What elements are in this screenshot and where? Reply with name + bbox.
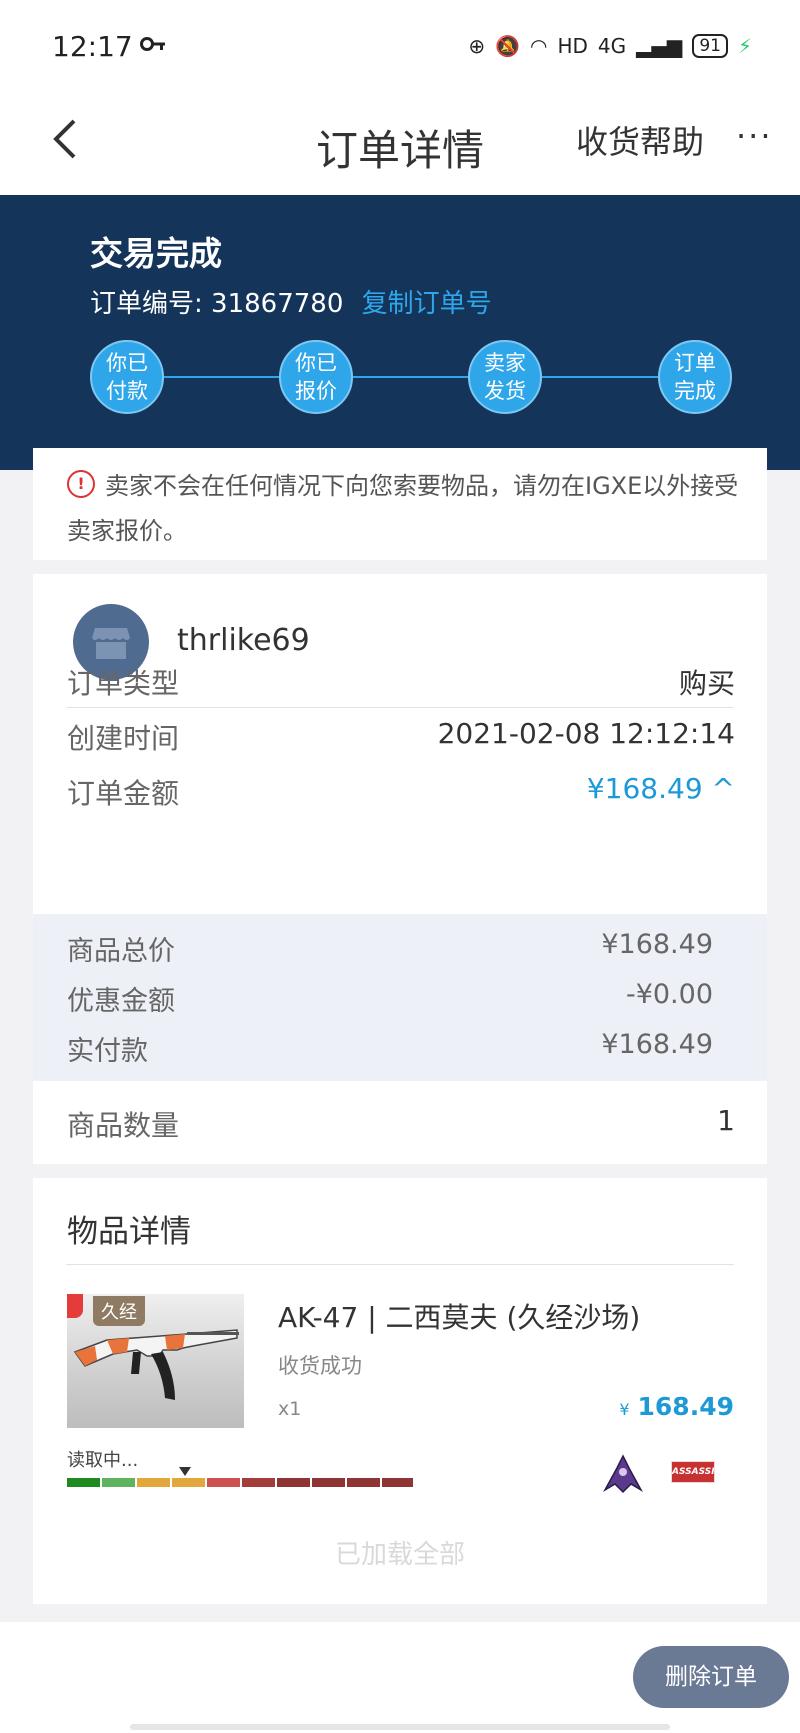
wear-bar — [67, 1478, 423, 1487]
delete-order-button[interactable]: 删除订单 — [633, 1646, 789, 1708]
signal-icon: ▂▄▆ — [636, 34, 683, 58]
status-icons: ⊕ 🔕 ◠ HD 4G ▂▄▆ 91 ⚡ — [468, 34, 752, 58]
vpn-icon: ⊕ — [468, 34, 486, 58]
quantity-label: 商品数量 — [67, 1109, 180, 1142]
quantity-value: 1 — [717, 1104, 735, 1137]
order-amount-value[interactable]: ¥168.49 ^ — [587, 772, 735, 805]
item-details-card: 物品详情 久经 AK-47 | 二西莫夫 (久经沙场) 收货成功 x1 ¥168… — [33, 1178, 767, 1604]
item-name[interactable]: AK-47 | 二西莫夫 (久经沙场) — [278, 1296, 640, 1336]
goods-total-label: 商品总价 — [67, 936, 175, 967]
warning-notice: ! 卖家不会在任何情况下向您索要物品，请勿在IGXE以外接受卖家报价。 — [33, 448, 767, 560]
item-details-title: 物品详情 — [67, 1214, 191, 1250]
quantity-row: 商品数量 1 — [67, 1104, 735, 1154]
paid-value: ¥168.49 — [601, 1029, 713, 1060]
created-time-value: 2021-02-08 12:12:14 — [437, 717, 735, 750]
wifi-icon: ◠ — [530, 34, 548, 58]
created-time-label: 创建时间 — [67, 722, 180, 755]
goods-total-row: 商品总价 ¥168.49 — [67, 929, 713, 969]
order-status-title: 交易完成 — [90, 234, 222, 273]
nav-bar: 订单详情 收货帮助 ··· — [0, 95, 800, 195]
step-paid: 你已 付款 — [90, 340, 164, 414]
discount-row: 优惠金额 -¥0.00 — [67, 979, 713, 1019]
item-thumbnail[interactable]: 久经 — [67, 1294, 244, 1428]
wear-marker-icon — [179, 1467, 191, 1476]
amount-breakdown: 商品总价 ¥168.49 优惠金额 -¥0.00 实付款 ¥168.49 — [33, 914, 767, 1081]
goods-total-value: ¥168.49 — [601, 929, 713, 960]
order-number: 31867780 — [211, 289, 344, 319]
order-number-row: 订单编号: 31867780 复制订单号 — [90, 283, 492, 320]
divider — [66, 1264, 734, 1265]
warning-text: 卖家不会在任何情况下向您索要物品，请勿在IGXE以外接受卖家报价。 — [67, 472, 739, 545]
item-price: ¥168.49 — [619, 1392, 734, 1421]
signal-label: 4G — [597, 34, 627, 58]
more-icon[interactable]: ··· — [736, 117, 773, 155]
copy-order-number-link[interactable]: 复制订单号 — [362, 289, 492, 319]
receive-help-link[interactable]: 收货帮助 — [576, 117, 704, 163]
order-number-label: 订单编号: — [90, 289, 203, 319]
order-status-header: 交易完成 订单编号: 31867780 复制订单号 你已 付款 你已 报价 卖家… — [0, 195, 800, 470]
discount-value: -¥0.00 — [625, 979, 713, 1010]
order-amount-label: 订单金额 — [67, 777, 180, 810]
order-progress: 你已 付款 你已 报价 卖家 发货 订单 完成 — [90, 340, 732, 414]
progress-line — [127, 376, 695, 378]
hd-label: HD — [557, 34, 588, 58]
charging-icon: ⚡ — [737, 34, 752, 58]
all-loaded-text: 已加载全部 — [334, 1540, 465, 1570]
battery-icon: 91 — [692, 34, 728, 58]
item-status: 收货成功 — [278, 1354, 362, 1378]
currency-symbol: ¥ — [619, 1400, 630, 1419]
wear-loading-text: 读取中... — [67, 1450, 139, 1471]
status-bar: 12:17 ⊕ 🔕 ◠ HD 4G ▂▄▆ 91 ⚡ — [0, 0, 800, 95]
order-info-card: thrlike69 订单类型 购买 创建时间 2021-02-08 12:12:… — [33, 574, 767, 1164]
rifle-image — [73, 1329, 239, 1400]
order-type-value: 购买 — [678, 667, 735, 700]
discount-label: 优惠金额 — [67, 986, 175, 1017]
order-type-row: 订单类型 购买 — [67, 662, 735, 712]
key-icon — [140, 37, 165, 51]
order-amount-row[interactable]: 订单金额 ¥168.49 ^ — [67, 772, 735, 822]
assassin-sticker-icon: ASSASSIN — [671, 1461, 722, 1483]
sticker-icon — [603, 1454, 643, 1494]
step-offered: 你已 报价 — [279, 340, 353, 414]
step-shipped: 卖家 发货 — [468, 340, 542, 414]
order-type-label: 订单类型 — [67, 667, 180, 700]
seller-name[interactable]: thrlike69 — [177, 623, 310, 658]
item-price-value: 168.49 — [637, 1392, 734, 1421]
paid-row: 实付款 ¥168.49 — [67, 1029, 713, 1069]
mute-icon: 🔕 — [495, 34, 521, 58]
status-time: 12:17 — [52, 30, 133, 63]
step-completed: 订单 完成 — [658, 340, 732, 414]
created-time-row: 创建时间 2021-02-08 12:12:14 — [67, 717, 735, 767]
item-quantity: x1 — [278, 1398, 302, 1420]
home-indicator — [130, 1724, 670, 1730]
paid-label: 实付款 — [67, 1036, 148, 1067]
store-icon — [92, 628, 130, 659]
